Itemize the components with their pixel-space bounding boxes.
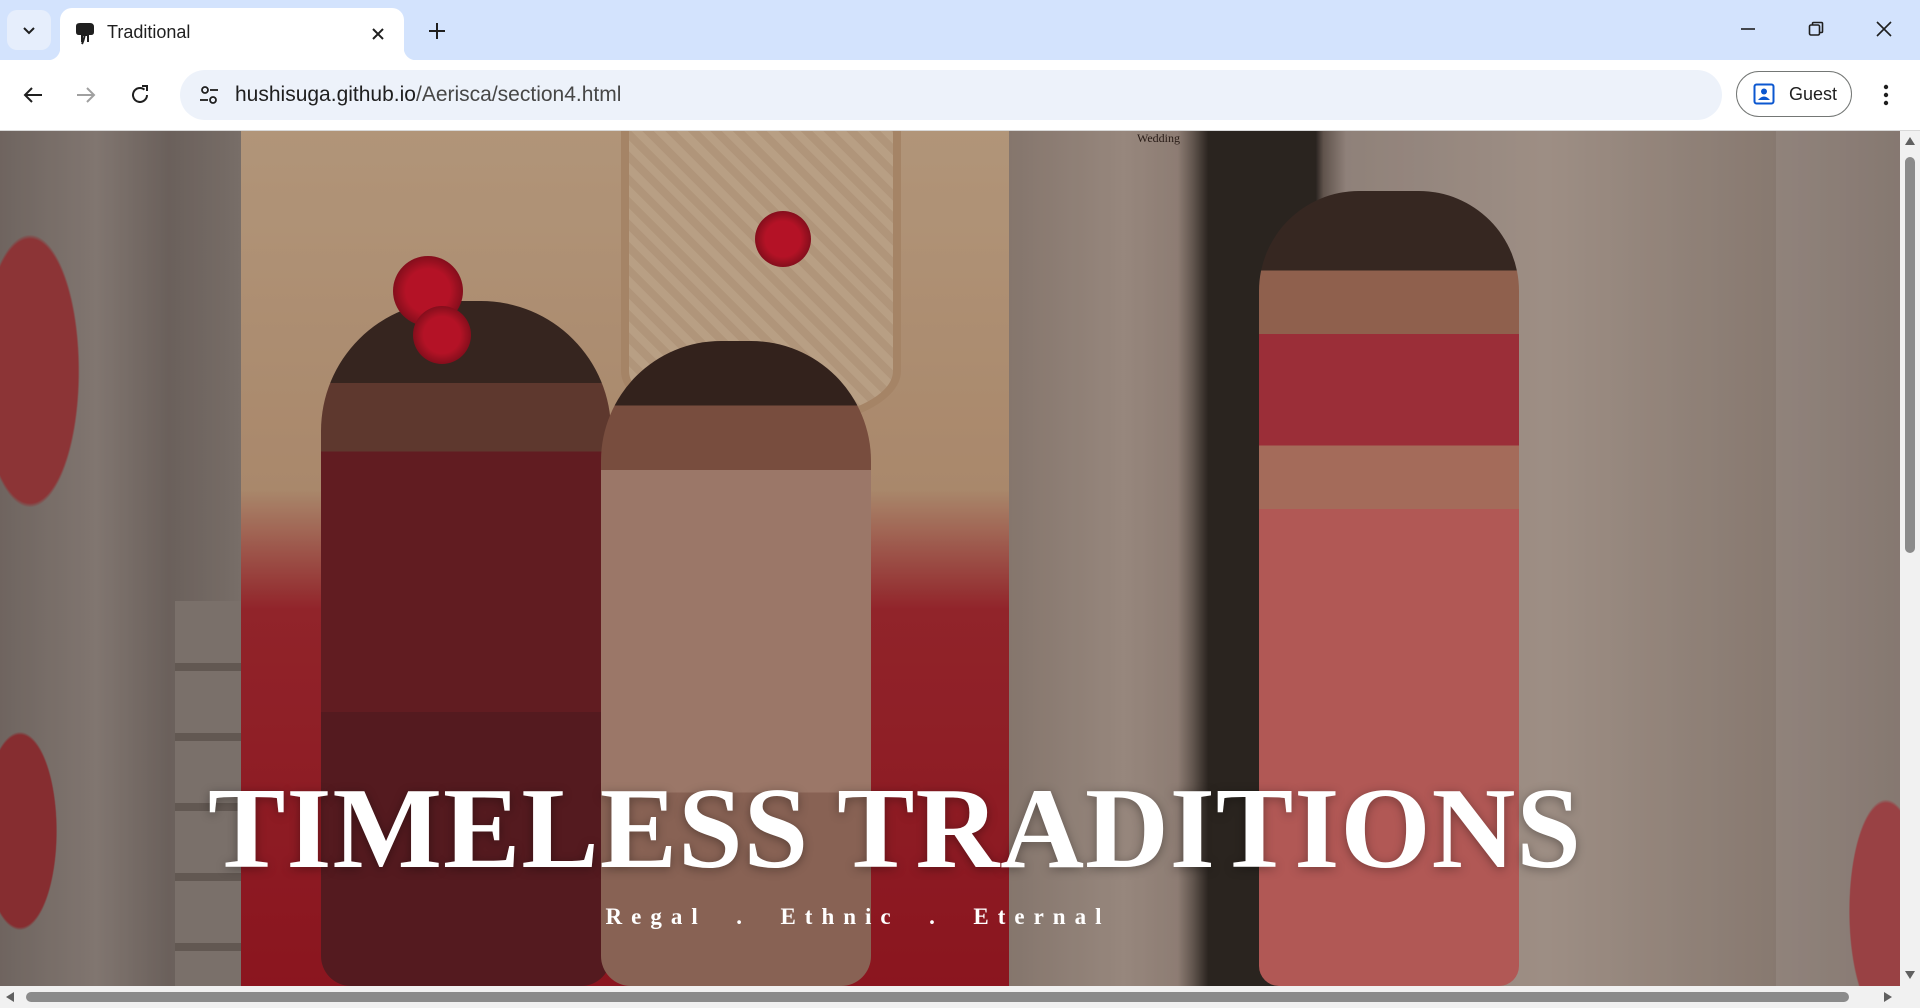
browser-toolbar: hushisuga.github.io/Aerisca/section4.htm… bbox=[0, 60, 1920, 131]
scroll-up-icon[interactable] bbox=[1905, 137, 1915, 145]
hero-title: TIMELESS TRADITIONS bbox=[208, 765, 1582, 893]
restore-button[interactable] bbox=[1786, 6, 1846, 52]
address-bar[interactable]: hushisuga.github.io/Aerisca/section4.htm… bbox=[180, 70, 1722, 120]
back-button[interactable] bbox=[13, 75, 53, 115]
tab-search-button[interactable] bbox=[7, 10, 51, 50]
scrollbar-corner bbox=[1900, 986, 1920, 1008]
close-tab-button[interactable] bbox=[366, 22, 390, 46]
new-tab-button[interactable] bbox=[420, 14, 454, 48]
close-icon bbox=[372, 28, 384, 40]
reload-button[interactable] bbox=[120, 75, 160, 115]
tune-icon bbox=[200, 86, 218, 104]
guest-profile-icon bbox=[1753, 83, 1775, 105]
page-viewport: Wedding TIMELESS TRADITIONS Regal . Ethn… bbox=[0, 131, 1900, 986]
restore-icon bbox=[1808, 21, 1824, 36]
close-icon bbox=[1876, 21, 1892, 37]
tab-title: Traditional bbox=[107, 22, 191, 42]
url-text[interactable]: hushisuga.github.io/Aerisca/section4.htm… bbox=[235, 83, 621, 107]
profile-label: Guest bbox=[1789, 84, 1838, 104]
tab-strip: Traditional bbox=[0, 0, 1920, 60]
plus-icon bbox=[429, 23, 445, 39]
url-host: hushisuga.github.io bbox=[235, 83, 416, 106]
forward-button[interactable] bbox=[66, 75, 106, 115]
hero-subtitle: Regal . Ethnic . Eternal bbox=[605, 904, 1111, 929]
minimize-icon bbox=[1741, 28, 1755, 30]
scroll-down-icon[interactable] bbox=[1905, 971, 1915, 979]
browser-menu-button[interactable] bbox=[1870, 75, 1902, 115]
elephant-icon bbox=[76, 23, 94, 45]
vertical-scroll-thumb[interactable] bbox=[1905, 157, 1915, 553]
url-path: /Aerisca/section4.html bbox=[415, 83, 622, 106]
site-info-button[interactable] bbox=[192, 78, 226, 112]
vertical-scrollbar[interactable] bbox=[1900, 131, 1920, 986]
tab-traditional[interactable]: Traditional bbox=[48, 8, 416, 60]
horizontal-scroll-thumb[interactable] bbox=[26, 992, 1849, 1002]
more-vert-icon bbox=[1883, 84, 1889, 106]
horizontal-scrollbar[interactable] bbox=[0, 986, 1900, 1008]
scroll-left-icon[interactable] bbox=[6, 992, 14, 1002]
arrow-left-icon bbox=[23, 87, 42, 103]
scroll-right-icon[interactable] bbox=[1884, 992, 1892, 1002]
reload-icon bbox=[132, 85, 148, 103]
chevron-down-icon bbox=[23, 27, 35, 35]
close-window-button[interactable] bbox=[1854, 6, 1914, 52]
profile-button[interactable]: Guest bbox=[1736, 71, 1852, 117]
minimize-button[interactable] bbox=[1718, 6, 1778, 52]
arrow-right-icon bbox=[77, 87, 96, 103]
